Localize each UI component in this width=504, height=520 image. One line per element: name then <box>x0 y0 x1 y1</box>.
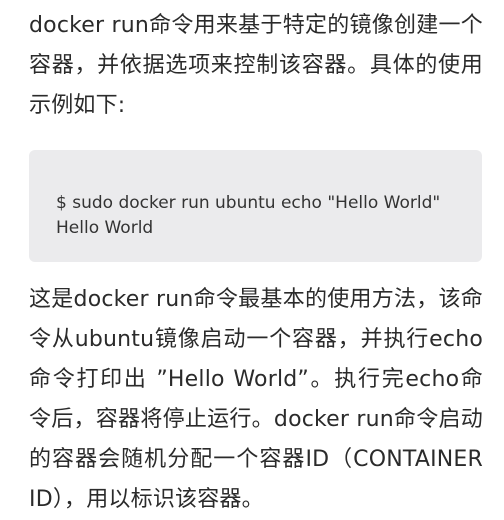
article-body: docker run命令用来基于特定的镜像创建一个容器，并依据选项来控制该容器。… <box>29 0 483 520</box>
intro-paragraph: docker run命令用来基于特定的镜像创建一个容器，并依据选项来控制该容器。… <box>29 13 483 118</box>
code-output-line: Hello World <box>56 218 154 238</box>
explanation-paragraph: 这是docker run命令最基本的使用方法，该命令从ubuntu镜像启动一个容… <box>29 287 483 512</box>
code-block: $ sudo docker run ubuntu echo "Hello Wor… <box>29 150 482 262</box>
code-command-line: $ sudo docker run ubuntu echo "Hello Wor… <box>56 193 441 213</box>
